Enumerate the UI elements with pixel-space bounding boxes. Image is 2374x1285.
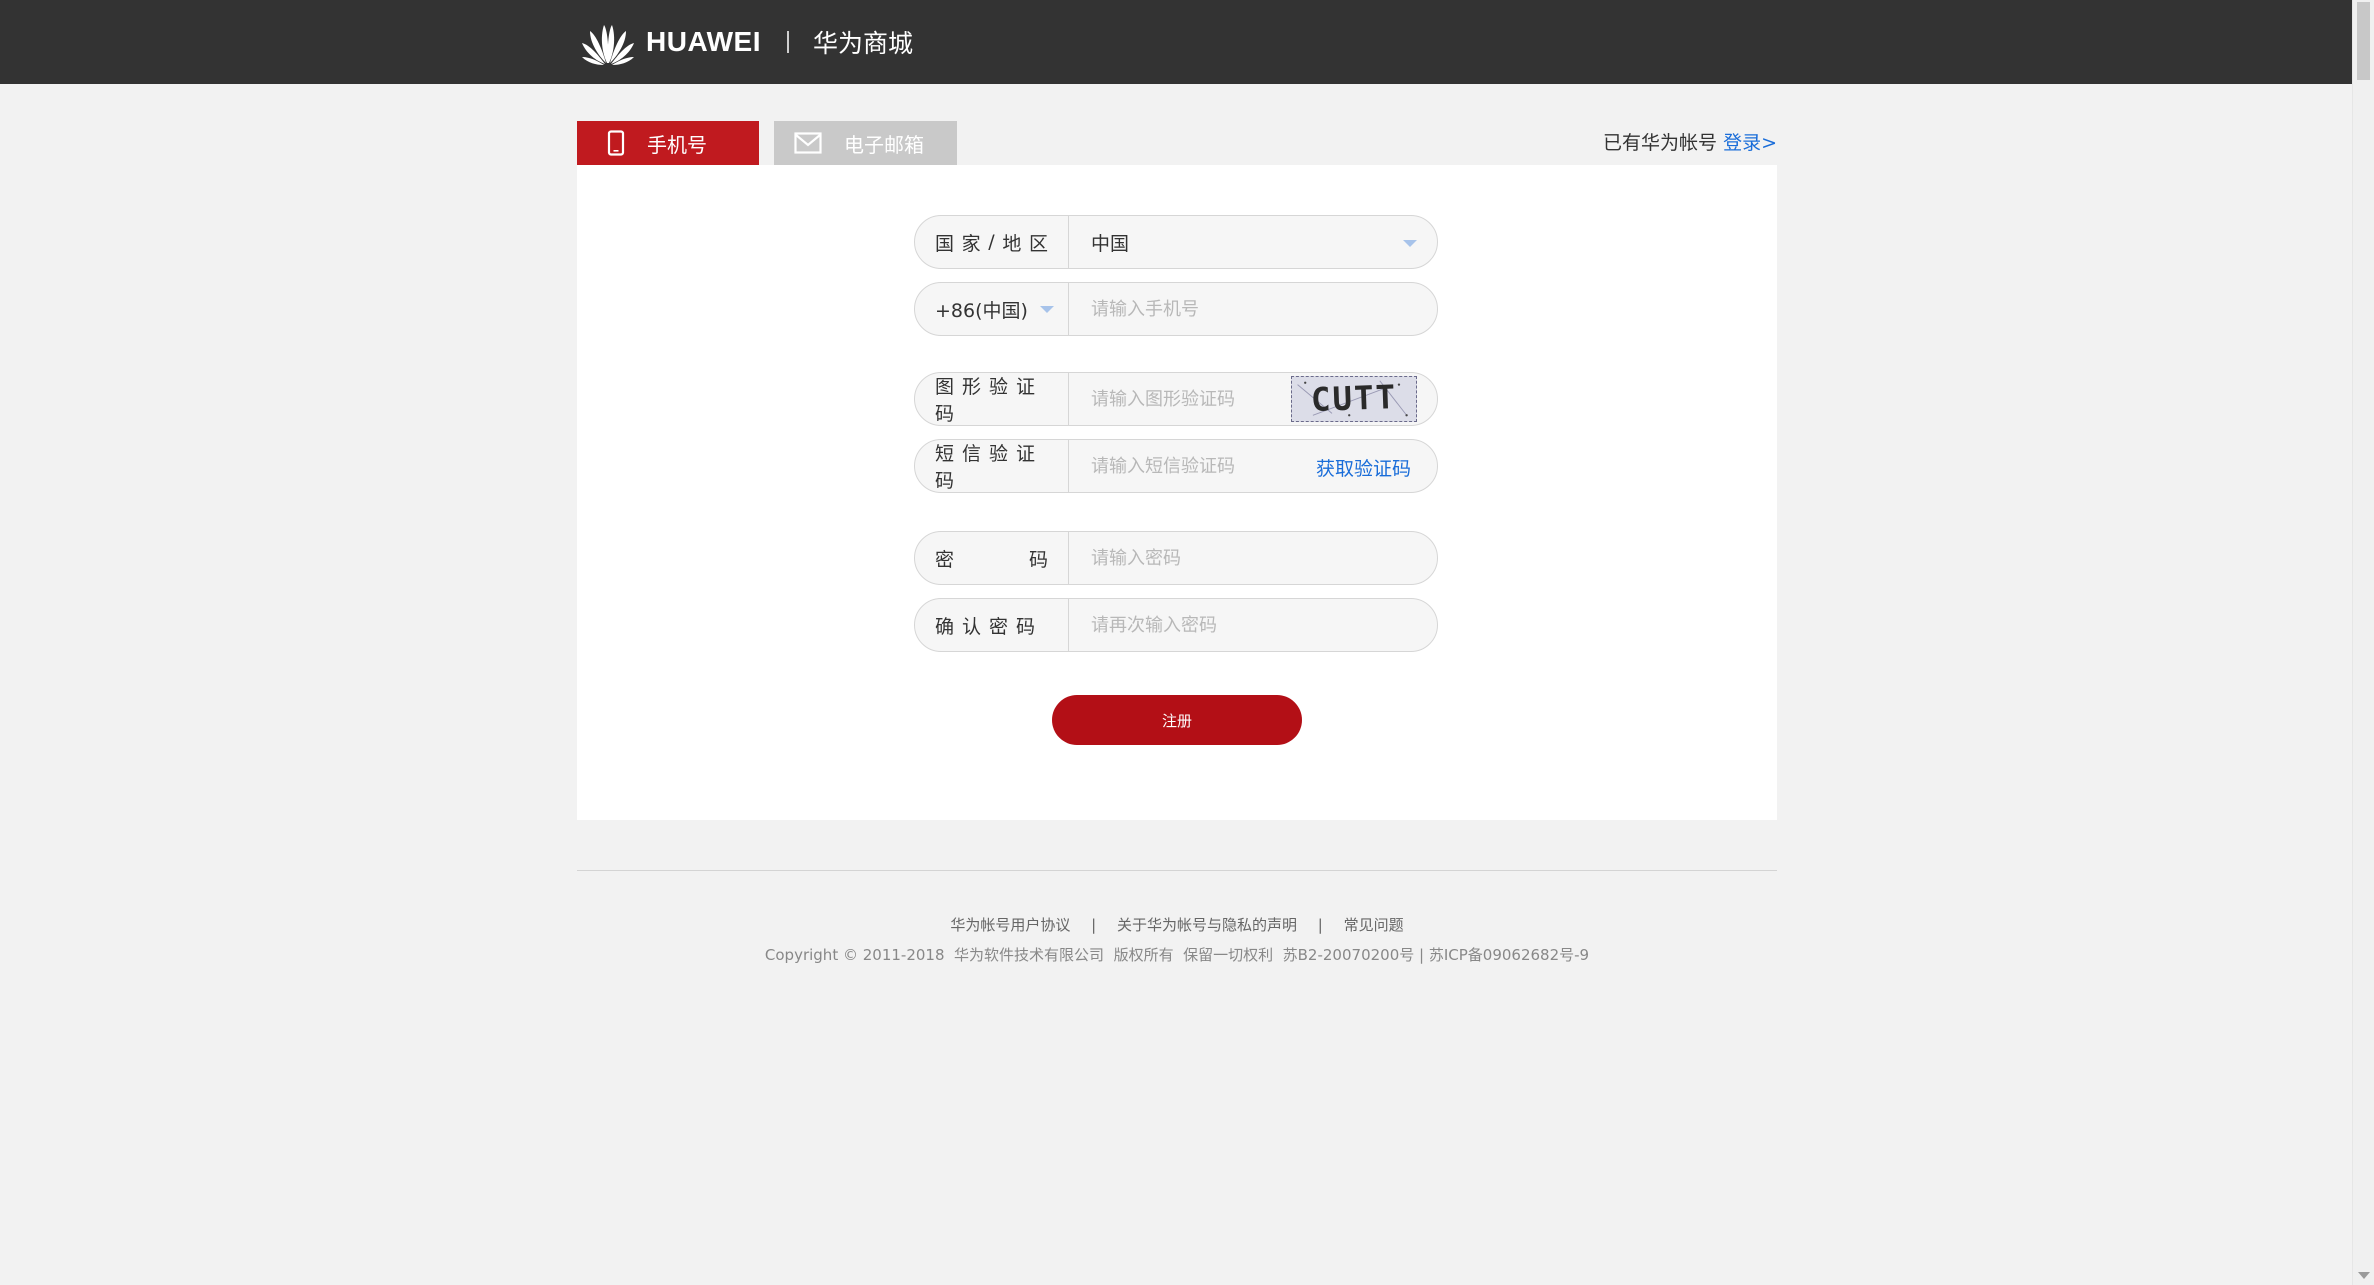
confirm-password-label: 确认密码 xyxy=(915,599,1069,651)
captcha-field: 图形验证码 CUTT xyxy=(914,372,1438,426)
label-char: 家 xyxy=(961,232,981,255)
tab-email-label: 电子邮箱 xyxy=(844,132,924,157)
tab-mobile-phone[interactable]: 手机号 xyxy=(577,121,759,165)
footer-link-faq[interactable]: 常见问题 xyxy=(1344,916,1404,934)
chevron-down-icon xyxy=(1403,240,1417,247)
phone-input[interactable] xyxy=(1091,283,1437,335)
captcha-label: 图形验证码 xyxy=(915,373,1069,425)
label-char: 密 xyxy=(935,548,955,571)
footer-links: 华为帐号用户协议 | 关于华为帐号与隐私的声明 | 常见问题 xyxy=(577,914,1777,935)
label-char: 地 xyxy=(1002,232,1022,255)
login-prompt: 已有华为帐号 登录> xyxy=(1603,128,1777,155)
label-char: / xyxy=(988,231,995,253)
captcha-image[interactable]: CUTT xyxy=(1291,376,1417,422)
register-form-card: 国 家 / 地 区 中国 +86(中国) 图形验证码 xyxy=(577,165,1777,820)
scrollbar-thumb[interactable] xyxy=(2357,2,2370,80)
brand-logo[interactable]: HUAWEI 华为商城 xyxy=(580,12,913,72)
copyright-text: Copyright © 2011-2018 华为软件技术有限公司 版权所有 保留… xyxy=(764,946,1590,964)
footer-separator: | xyxy=(1317,916,1323,934)
country-code-value: +86(中国) xyxy=(935,299,1028,322)
brand-wordmark: HUAWEI xyxy=(646,26,761,57)
confirm-password-field: 确认密码 xyxy=(914,598,1438,652)
password-input[interactable] xyxy=(1091,532,1437,584)
label-char: 码 xyxy=(1028,548,1048,571)
get-sms-code-button[interactable]: 获取验证码 xyxy=(1316,454,1411,481)
footer-link-privacy-statement[interactable]: 关于华为帐号与隐私的声明 xyxy=(1117,916,1297,934)
password-field: 密 码 xyxy=(914,531,1438,585)
confirm-password-input[interactable] xyxy=(1091,599,1437,651)
password-input-wrap xyxy=(1069,532,1437,584)
country-select[interactable]: 中国 xyxy=(1069,216,1437,268)
header-divider xyxy=(787,31,789,53)
footer-separator: | xyxy=(1091,916,1097,934)
captcha-input-wrap: CUTT xyxy=(1069,373,1437,425)
label-char: 国 xyxy=(935,232,955,255)
mobile-phone-icon xyxy=(607,130,625,156)
sms-code-label: 短信验证码 xyxy=(915,440,1069,492)
sms-code-input[interactable] xyxy=(1091,440,1291,492)
sms-code-field: 短信验证码 获取验证码 xyxy=(914,439,1438,493)
tab-email[interactable]: 电子邮箱 xyxy=(774,121,957,165)
site-name: 华为商城 xyxy=(813,29,914,58)
sms-input-wrap: 获取验证码 xyxy=(1069,440,1437,492)
captcha-input[interactable] xyxy=(1091,373,1291,425)
page-scrollbar[interactable] xyxy=(2352,0,2374,1285)
phone-field: +86(中国) xyxy=(914,282,1438,336)
login-link[interactable]: 登录> xyxy=(1723,132,1777,154)
country-code-select[interactable]: +86(中国) xyxy=(915,283,1069,335)
country-region-label: 国 家 / 地 区 xyxy=(915,216,1069,268)
top-header: HUAWEI 华为商城 xyxy=(0,0,2352,84)
country-region-field[interactable]: 国 家 / 地 区 中国 xyxy=(914,215,1438,269)
password-label: 密 码 xyxy=(915,532,1069,584)
captcha-image-text: CUTT xyxy=(1310,378,1397,419)
phone-input-wrap xyxy=(1069,283,1437,335)
huawei-petal-logo-icon xyxy=(582,25,634,65)
register-button[interactable]: 注册 xyxy=(1052,695,1302,745)
confirm-password-input-wrap xyxy=(1069,599,1437,651)
chevron-down-icon xyxy=(1039,305,1054,313)
footer-divider xyxy=(577,870,1777,871)
footer-link-user-agreement[interactable]: 华为帐号用户协议 xyxy=(950,916,1070,934)
login-prompt-text: 已有华为帐号 xyxy=(1603,132,1718,154)
country-selected-value: 中国 xyxy=(1091,232,1130,255)
envelope-icon xyxy=(794,132,822,154)
label-char: 区 xyxy=(1028,232,1048,255)
tab-mobile-phone-label: 手机号 xyxy=(647,132,707,157)
scroll-down-arrow-icon[interactable] xyxy=(2358,1272,2370,1279)
